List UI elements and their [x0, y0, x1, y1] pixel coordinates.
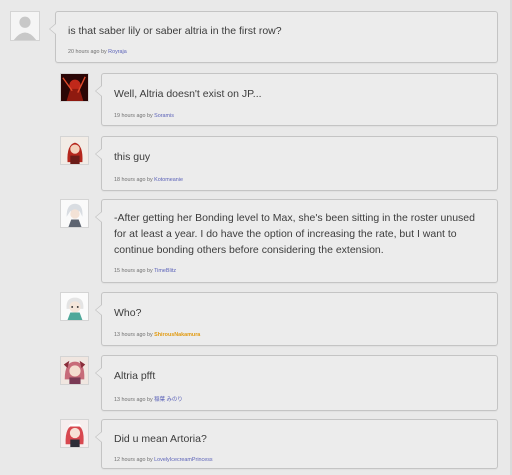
comment-meta: 12 hours ago by LovelyIcecreamPrincess	[114, 457, 213, 463]
comment-meta: 20 hours ago by Royraja	[68, 49, 127, 55]
username-link[interactable]: ShirousNakamura	[154, 332, 200, 338]
comment-bubble: Well, Altria doesn't exist on JP... 19 h…	[95, 73, 498, 126]
red-haired-girl-icon[interactable]	[60, 136, 89, 165]
comment-bubble: -After getting her Bonding level to Max,…	[95, 199, 498, 283]
comment-meta: 18 hours ago by Kotomeanie	[114, 177, 183, 183]
comment-bubble: Did u mean Artoria? 12 hours ago by Love…	[95, 419, 498, 469]
username-link[interactable]: Royraja	[108, 49, 127, 55]
comment-text: this guy	[114, 151, 151, 163]
default-user-icon[interactable]	[10, 11, 40, 41]
red-maid-girl-icon[interactable]	[60, 419, 89, 448]
username-link[interactable]: TimeBlitz	[154, 268, 176, 274]
red-dark-character-icon[interactable]	[60, 73, 89, 102]
comment-meta: 15 hours ago by TimeBlitz	[114, 268, 176, 274]
comment-time: 15 hours ago by	[114, 268, 153, 274]
comment-meta: 13 hours ago by ShirousNakamura	[114, 332, 200, 338]
comment-text: Well, Altria doesn't exist on JP...	[114, 88, 262, 100]
comment-time: 18 hours ago by	[114, 177, 153, 183]
comment-bubble: this guy 18 hours ago by Kotomeanie	[95, 136, 498, 191]
username-link[interactable]: Soramis	[154, 113, 174, 119]
comment-text: -After getting her Bonding level to Max,…	[114, 212, 475, 256]
comment-time: 13 hours ago by	[114, 397, 153, 403]
white-haired-character-icon[interactable]	[60, 199, 89, 228]
comment-text: Who?	[114, 307, 142, 319]
comment-bubble: is that saber lily or saber altria in th…	[49, 11, 498, 63]
comment-bubble: Who? 13 hours ago by ShirousNakamura	[95, 292, 498, 346]
username-link[interactable]: 稲葉 みのり	[154, 397, 182, 403]
comment-time: 19 hours ago by	[114, 113, 153, 119]
green-haired-chibi-icon[interactable]	[60, 292, 89, 321]
comment-text: is that saber lily or saber altria in th…	[68, 25, 282, 37]
comment-meta: 13 hours ago by 稲葉 みのり	[114, 395, 183, 403]
comment-meta: 19 hours ago by Soramis	[114, 113, 174, 119]
username-link[interactable]: LovelyIcecreamPrincess	[154, 457, 212, 463]
comment-bubble: Altria pfft 13 hours ago by 稲葉 みのり	[95, 355, 498, 411]
comment-time: 12 hours ago by	[114, 457, 153, 463]
comment-thread: is that saber lily or saber altria in th…	[0, 0, 512, 475]
username-link[interactable]: Kotomeanie	[154, 177, 183, 183]
comment-time: 20 hours ago by	[68, 49, 107, 55]
pink-haired-girl-icon[interactable]	[60, 356, 89, 385]
comment-text: Altria pfft	[114, 370, 156, 382]
comment-time: 13 hours ago by	[114, 332, 153, 338]
comment-text: Did u mean Artoria?	[114, 433, 207, 445]
